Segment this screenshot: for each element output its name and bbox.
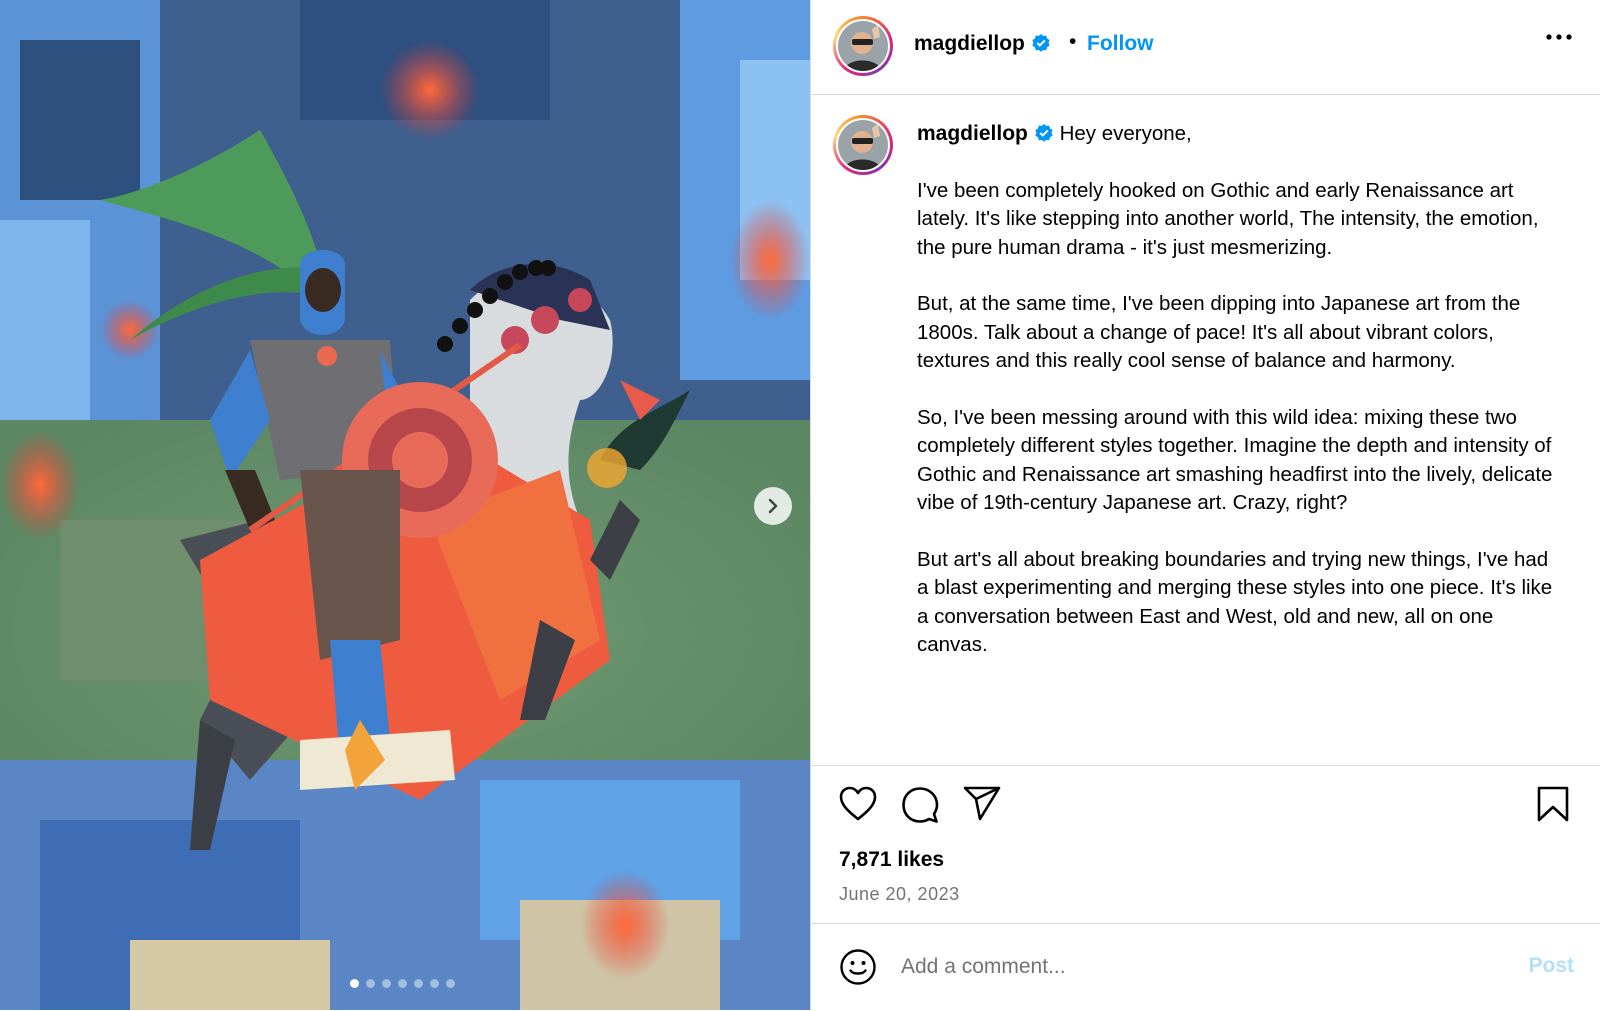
caption-paragraph: But art's all about breaking boundaries … (917, 547, 1553, 657)
caption-area: magdiellop Hey everyone, I've been compl… (811, 95, 1600, 765)
caption-avatar[interactable] (833, 115, 893, 175)
caption-greeting: Hey everyone, (1059, 122, 1192, 145)
carousel-dot (414, 979, 423, 988)
avatar-image (838, 21, 888, 71)
header-separator: • (1069, 30, 1077, 53)
bookmark-icon[interactable] (1537, 786, 1569, 822)
comment-bar: Post (811, 923, 1600, 1011)
next-image-button[interactable] (754, 487, 792, 525)
follow-button[interactable]: Follow (1087, 32, 1154, 56)
carousel-dot (446, 979, 455, 988)
more-options-icon[interactable] (1546, 34, 1572, 40)
share-icon[interactable] (963, 786, 1001, 822)
carousel-dot (366, 979, 375, 988)
carousel-dot (350, 979, 359, 988)
post-media[interactable] (0, 0, 810, 1010)
avatar-image (838, 120, 888, 170)
post-comment-button[interactable]: Post (1528, 954, 1574, 978)
post-header: magdiellop • Follow (811, 0, 1600, 95)
post-side-panel: magdiellop • Follow magdiellop Hey every… (810, 0, 1600, 1010)
carousel-dot (382, 979, 391, 988)
like-count[interactable]: 7,871 likes (839, 848, 944, 872)
chevron-right-icon (768, 498, 778, 514)
caption-paragraph: But, at the same time, I've been dipping… (917, 292, 1521, 372)
verified-badge-icon (1032, 34, 1050, 52)
caption-username[interactable]: magdiellop (917, 122, 1028, 145)
header-username[interactable]: magdiellop (914, 32, 1051, 56)
caption-paragraph: So, I've been messing around with this w… (917, 405, 1553, 515)
post-actions: 7,871 likes June 20, 2023 (811, 765, 1600, 924)
carousel-indicator (350, 979, 455, 988)
emoji-icon[interactable] (839, 948, 877, 986)
caption-paragraph: I've been completely hooked on Gothic an… (917, 178, 1539, 259)
carousel-dot (398, 979, 407, 988)
post-caption: magdiellop Hey everyone, I've been compl… (917, 120, 1557, 688)
comment-icon[interactable] (901, 786, 939, 824)
comment-input[interactable] (899, 946, 1463, 988)
post-image (0, 0, 810, 1010)
carousel-dot (430, 979, 439, 988)
heart-icon[interactable] (839, 786, 877, 822)
instagram-post: magdiellop • Follow magdiellop Hey every… (0, 0, 1600, 1010)
verified-badge-icon (1035, 124, 1053, 142)
post-date[interactable]: June 20, 2023 (839, 884, 960, 905)
avatar[interactable] (833, 16, 893, 76)
